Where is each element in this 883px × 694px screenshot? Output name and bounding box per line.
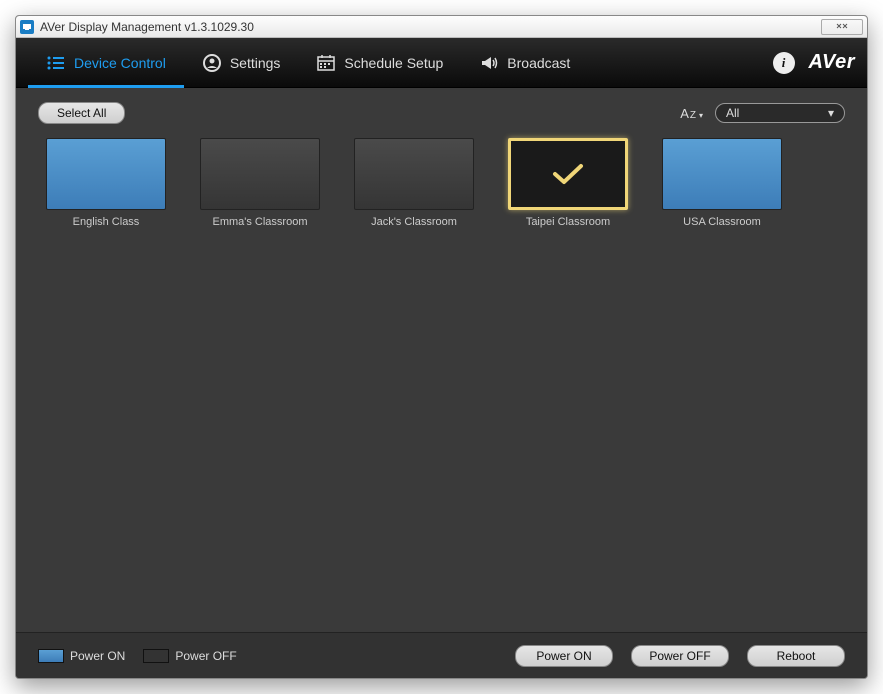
legend-label: Power OFF — [175, 649, 236, 663]
device-tile[interactable]: English Class — [38, 138, 174, 228]
swatch-on — [38, 649, 64, 663]
device-tile[interactable]: USA Classroom — [654, 138, 790, 228]
device-label: USA Classroom — [683, 216, 761, 228]
sort-button[interactable]: AZ▾ — [680, 106, 703, 121]
device-label: Emma's Classroom — [212, 216, 307, 228]
power-off-button[interactable]: Power OFF — [631, 645, 729, 667]
device-screen[interactable] — [662, 138, 782, 210]
check-icon — [551, 162, 585, 186]
device-label: English Class — [73, 216, 140, 228]
device-tile[interactable]: Emma's Classroom — [192, 138, 328, 228]
tab-label: Schedule Setup — [344, 55, 443, 71]
app-window: AVer Display Management v1.3.1029.30 Dev… — [15, 15, 868, 679]
megaphone-icon — [479, 53, 499, 73]
tab-label: Broadcast — [507, 55, 570, 71]
list-icon — [46, 53, 66, 73]
main-content: Select All AZ▾ All ▾ English Class Emma's… — [16, 88, 867, 632]
device-grid: English Class Emma's Classroom Jack's Clas… — [16, 134, 867, 232]
titlebar: AVer Display Management v1.3.1029.30 — [16, 16, 867, 38]
app-icon — [20, 20, 34, 34]
filter-dropdown[interactable]: All ▾ — [715, 103, 845, 123]
calendar-icon — [316, 53, 336, 73]
tab-broadcast[interactable]: Broadcast — [461, 38, 588, 88]
reboot-button[interactable]: Reboot — [747, 645, 845, 667]
chevron-down-icon: ▾ — [828, 106, 834, 120]
window-title: AVer Display Management v1.3.1029.30 — [40, 20, 821, 34]
legend-power-off: Power OFF — [143, 649, 236, 663]
device-screen[interactable] — [508, 138, 628, 210]
device-tile[interactable]: Jack's Classroom — [346, 138, 482, 228]
gear-user-icon — [202, 53, 222, 73]
device-screen[interactable] — [200, 138, 320, 210]
footer: Power ON Power OFF Power ON Power OFF Re… — [16, 632, 867, 678]
tab-label: Device Control — [74, 55, 166, 71]
device-label: Taipei Classroom — [526, 216, 610, 228]
device-screen[interactable] — [354, 138, 474, 210]
device-label: Jack's Classroom — [371, 216, 457, 228]
toolbar: Select All AZ▾ All ▾ — [16, 88, 867, 134]
tab-schedule[interactable]: Schedule Setup — [298, 38, 461, 88]
select-all-button[interactable]: Select All — [38, 102, 125, 124]
device-tile[interactable]: Taipei Classroom — [500, 138, 636, 228]
swatch-off — [143, 649, 169, 663]
power-on-button[interactable]: Power ON — [515, 645, 613, 667]
device-screen[interactable] — [46, 138, 166, 210]
brand-logo: AVer — [809, 51, 855, 74]
close-button[interactable] — [821, 19, 863, 35]
legend-power-on: Power ON — [38, 649, 125, 663]
tab-settings[interactable]: Settings — [184, 38, 299, 88]
info-button[interactable]: i — [773, 52, 795, 74]
filter-value: All — [726, 106, 739, 120]
tab-device-control[interactable]: Device Control — [28, 38, 184, 88]
nav-bar: Device Control Settings Schedule Setup B… — [16, 38, 867, 88]
tab-label: Settings — [230, 55, 281, 71]
legend-label: Power ON — [70, 649, 125, 663]
